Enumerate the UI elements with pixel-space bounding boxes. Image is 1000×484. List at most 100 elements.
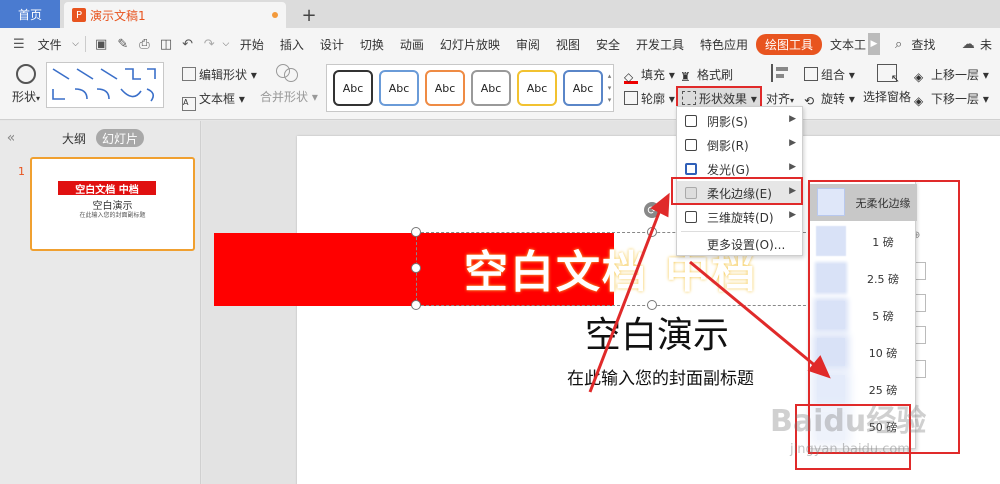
menu-item-more-settings[interactable]: 更多设置(O)... <box>677 232 804 256</box>
menu-text-tools[interactable]: 文本工 <box>822 36 868 53</box>
3d-rotation-icon <box>685 211 697 223</box>
menu-file[interactable]: 文件 <box>30 36 70 53</box>
tab-document-label: 演示文稿1 <box>90 8 146 23</box>
tab-home[interactable]: 首页 <box>0 0 60 28</box>
format-painter-icon[interactable]: ✎ <box>112 33 134 55</box>
rotate-icon: ⟲ <box>804 94 815 108</box>
resize-handle[interactable] <box>411 263 421 273</box>
chevron-right-icon[interactable]: ▶ <box>868 33 880 55</box>
tab-document[interactable]: P 演示文稿1 <box>64 2 286 28</box>
new-tab-button[interactable]: + <box>294 2 324 28</box>
menu-bar: ☰ 文件 ⌵ ▣ ✎ ⎙ ◫ ↶ ↷ ⌵ 开始 插入 设计 切换 动画 幻灯片放… <box>0 28 1000 60</box>
text-box-icon: A <box>182 97 196 111</box>
chevron-right-icon: ▶ <box>789 186 796 196</box>
menu-item-reflection[interactable]: 倒影(R) ▶ <box>677 133 804 157</box>
slide-subtitle[interactable]: 空白演示 <box>585 306 795 356</box>
collapse-panel-icon[interactable]: « <box>4 129 18 147</box>
resize-handle[interactable] <box>411 227 421 237</box>
fill-button[interactable]: ◇ 填充 ▾ <box>624 66 675 84</box>
menu-slideshow[interactable]: 幻灯片放映 <box>432 36 508 53</box>
menu-special[interactable]: 特色应用 <box>692 36 756 53</box>
soft-edge-none[interactable]: 无柔化边缘 <box>809 184 917 221</box>
select-pane-button[interactable]: ↖ 选择窗格 <box>862 64 912 105</box>
style-swatch[interactable]: Abc <box>333 70 373 106</box>
menu-item-soft-edges[interactable]: 柔化边缘(E) ▶ <box>677 181 804 205</box>
circle-icon <box>16 64 36 84</box>
rotate-button[interactable]: ⟲ 旋转 ▾ <box>804 90 855 108</box>
chevron-down-icon[interactable]: ⌵ <box>70 33 82 55</box>
tab-outline[interactable]: 大纲 <box>58 129 90 147</box>
shape-effect-menu: 阴影(S) ▶ 倒影(R) ▶ 发光(G) ▶ 柔化边缘(E) ▶ 三维旋转(D) ▶ 更… <box>676 106 804 256</box>
soft-edge-2-5pt[interactable]: 2.5 磅 <box>809 260 917 297</box>
chevron-right-icon: ▶ <box>789 114 796 124</box>
align-button[interactable]: 对齐▾ <box>762 62 798 107</box>
presentation-icon: P <box>72 8 86 22</box>
cloud-label[interactable]: 未 <box>979 36 1000 53</box>
bring-forward-button[interactable]: ◈ 上移一层 ▾ <box>914 66 989 84</box>
style-swatch[interactable]: Abc <box>379 70 419 106</box>
save-icon[interactable]: ▣ <box>90 33 112 55</box>
menu-item-shadow[interactable]: 阴影(S) ▶ <box>677 109 804 133</box>
shape-button[interactable]: 形状▾ <box>10 62 42 105</box>
shape-effect-button[interactable]: 形状效果 ▾ <box>676 86 762 108</box>
select-pane-icon: ↖ <box>877 64 900 85</box>
slide-thumbnail[interactable]: 空白文档 中档 空白演示 在此输入您的封面副标题 <box>30 157 195 251</box>
text-box-button[interactable]: A 文本框 ▾ <box>182 90 245 111</box>
merge-shape-button[interactable]: 合并形状 ▾ <box>260 64 318 105</box>
redo-icon[interactable]: ↷ <box>198 33 220 55</box>
arrow-shapes-icon <box>52 68 156 102</box>
chevron-right-icon: ▶ <box>789 162 796 172</box>
menu-animation[interactable]: 动画 <box>392 36 432 53</box>
style-swatch[interactable]: Abc <box>425 70 465 106</box>
soft-edge-icon <box>685 187 697 199</box>
print-icon[interactable]: ⎙ <box>134 33 156 55</box>
more-icon[interactable]: ⌵ <box>220 33 232 55</box>
shape-gallery[interactable] <box>46 62 164 108</box>
search-label[interactable]: 查找 <box>909 36 943 53</box>
menu-item-glow[interactable]: 发光(G) ▶ <box>677 157 804 181</box>
tab-bar: 首页 P 演示文稿1 + <box>0 0 1000 28</box>
menu-insert[interactable]: 插入 <box>272 36 312 53</box>
thumb-caption: 在此输入您的封面副标题 <box>79 212 146 219</box>
brush-icon: ♜ <box>680 70 691 84</box>
print-preview-icon[interactable]: ◫ <box>155 33 177 55</box>
watermark-brand: Baidu经验 <box>770 404 927 439</box>
edit-shape-button[interactable]: 编辑形状 ▾ <box>182 66 257 83</box>
menu-security[interactable]: 安全 <box>588 36 628 53</box>
slides-panel: « 大纲 幻灯片 1 空白文档 中档 空白演示 在此输入您的封面副标题 <box>0 121 201 484</box>
menu-home[interactable]: 开始 <box>232 36 272 53</box>
menu-drawing-tools[interactable]: 绘图工具 <box>756 33 823 55</box>
menu-view[interactable]: 视图 <box>548 36 588 53</box>
cloud-icon[interactable]: ☁ <box>957 33 979 55</box>
hamburger-icon[interactable]: ☰ <box>8 33 30 55</box>
outline-icon <box>624 91 638 105</box>
resize-handle[interactable] <box>647 227 657 237</box>
rotate-handle-icon[interactable]: ⟳ <box>644 202 660 218</box>
send-backward-button[interactable]: ◈ 下移一层 ▾ <box>914 90 989 108</box>
thumb-title: 空白文档 中档 <box>58 181 156 196</box>
soft-edge-swatch <box>817 264 845 292</box>
menu-review[interactable]: 审阅 <box>508 36 548 53</box>
undo-icon[interactable]: ↶ <box>177 33 199 55</box>
soft-edge-1pt[interactable]: 1 磅 <box>809 223 917 260</box>
group-button[interactable]: 组合 ▾ <box>804 66 855 83</box>
soft-edge-5pt[interactable]: 5 磅 <box>809 297 917 334</box>
soft-edge-10pt[interactable]: 10 磅 <box>809 334 917 371</box>
slide-number: 1 <box>18 165 25 178</box>
menu-transition[interactable]: 切换 <box>352 36 392 53</box>
gallery-scroll[interactable]: ▴ ▾ ▾ <box>605 70 614 106</box>
style-swatch[interactable]: Abc <box>563 70 603 106</box>
style-swatch[interactable]: Abc <box>517 70 557 106</box>
edit-shape-icon <box>182 67 196 81</box>
reflection-icon <box>685 139 697 151</box>
outline-button[interactable]: 轮廓 ▾ <box>624 90 675 107</box>
tab-slides[interactable]: 幻灯片 <box>96 129 144 147</box>
menu-item-3d-rotation[interactable]: 三维旋转(D) ▶ <box>677 205 804 229</box>
menu-developer[interactable]: 开发工具 <box>628 36 692 53</box>
search-icon[interactable]: ⌕ <box>888 33 910 55</box>
slide-caption[interactable]: 在此输入您的封面副标题 <box>567 364 807 389</box>
format-brush-button[interactable]: ♜ 格式刷 <box>680 66 733 84</box>
resize-handle[interactable] <box>411 300 421 310</box>
style-swatch[interactable]: Abc <box>471 70 511 106</box>
menu-design[interactable]: 设计 <box>312 36 352 53</box>
